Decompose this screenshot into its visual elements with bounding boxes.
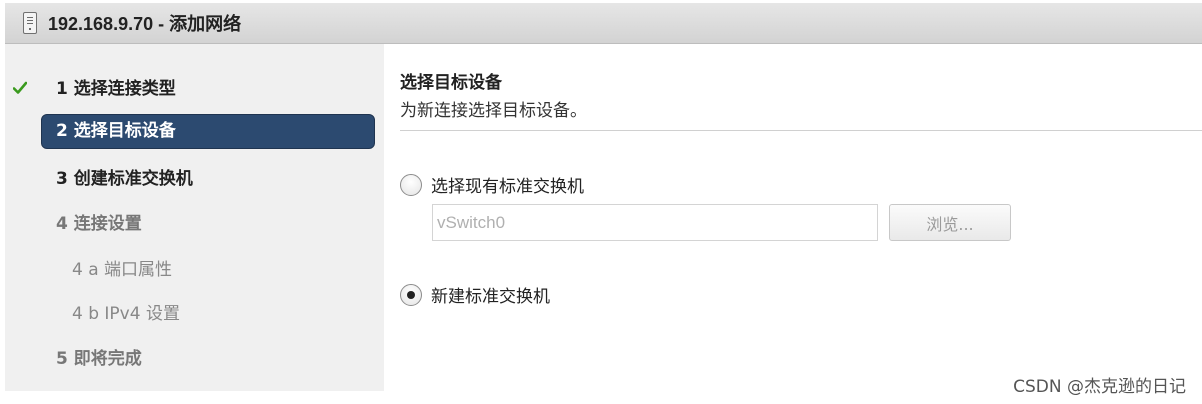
wizard-steps: 1 选择连接类型 2 选择目标设备 3 创建标准交换机 4 连接设置 4 a 端…: [5, 44, 384, 391]
step-ipv4-settings: 4 b IPv4 设置: [5, 303, 384, 325]
option-new-switch[interactable]: 新建标准交换机: [400, 282, 550, 307]
step-label: 5 即将完成: [56, 349, 142, 369]
step-label: 4 a 端口属性: [72, 260, 173, 280]
step-connection-settings: 4 连接设置: [5, 213, 384, 235]
radio-button[interactable]: [400, 283, 422, 306]
wizard-content: 选择目标设备 为新连接选择目标设备。 选择现有标准交换机 浏览... 新建标准交…: [384, 44, 1202, 391]
step-port-properties: 4 a 端口属性: [5, 259, 384, 281]
step-label: 1 选择连接类型: [56, 79, 176, 99]
step-select-connection-type[interactable]: 1 选择连接类型: [5, 78, 384, 100]
step-create-standard-switch[interactable]: 3 创建标准交换机: [5, 168, 384, 190]
radio-button[interactable]: [400, 173, 422, 196]
divider: [400, 130, 1202, 131]
check-icon: [13, 81, 27, 94]
step-label: 3 创建标准交换机: [56, 169, 193, 189]
option-label: 新建标准交换机: [431, 287, 550, 307]
page-title: 选择目标设备: [400, 73, 502, 93]
page-description: 为新连接选择目标设备。: [400, 101, 587, 121]
option-label: 选择现有标准交换机: [431, 177, 584, 197]
option-existing-switch[interactable]: 选择现有标准交换机: [400, 172, 584, 197]
title-bar: 192.168.9.70 - 添加网络: [5, 3, 1202, 44]
step-label: 4 连接设置: [56, 214, 142, 234]
watermark: CSDN @杰克逊的日记: [1013, 377, 1186, 397]
step-label: 4 b IPv4 设置: [72, 304, 180, 324]
window-title: 192.168.9.70 - 添加网络: [48, 14, 242, 34]
browse-button[interactable]: 浏览...: [889, 204, 1011, 241]
existing-switch-input[interactable]: [432, 204, 878, 241]
add-network-wizard: 192.168.9.70 - 添加网络 1 选择连接类型 2 选择目标设备 3 …: [0, 0, 1202, 404]
step-label: 2 选择目标设备: [56, 121, 176, 141]
step-ready-to-complete: 5 即将完成: [5, 348, 384, 370]
radio-selected-dot: [407, 290, 415, 299]
server-icon: [23, 12, 37, 34]
step-select-target-device[interactable]: 2 选择目标设备: [41, 114, 375, 149]
